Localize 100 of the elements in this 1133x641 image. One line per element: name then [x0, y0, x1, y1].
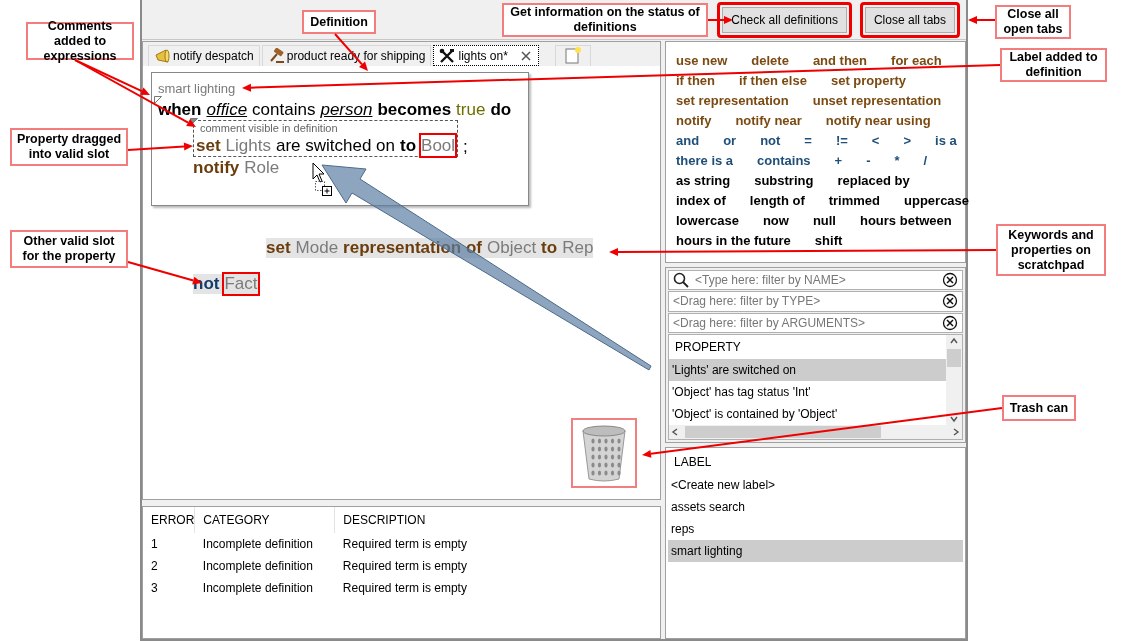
- keyword[interactable]: now: [762, 211, 789, 231]
- expression-text: are switched on: [275, 134, 396, 156]
- filter-field[interactable]: <Drag here: filter by TYPE>: [668, 291, 963, 312]
- clear-icon[interactable]: [942, 314, 958, 331]
- keyword[interactable]: use new: [676, 51, 728, 71]
- table-cell-text: Required term is empty: [341, 580, 468, 597]
- definition-label: smart lighting: [158, 80, 237, 98]
- column-header[interactable]: ERROR: [143, 507, 195, 533]
- keyword[interactable]: and then: [812, 51, 868, 71]
- keyword[interactable]: delete: [751, 51, 789, 71]
- label-item[interactable]: <Create new label>: [668, 474, 963, 496]
- variable: office: [206, 98, 248, 120]
- keyword[interactable]: substring: [754, 171, 814, 191]
- keyword[interactable]: is a: [935, 131, 957, 151]
- keyword[interactable]: lowercase: [676, 211, 739, 231]
- table-cell-text: Required term is empty: [341, 558, 468, 575]
- callout: Close all open tabs: [995, 5, 1071, 39]
- label-item[interactable]: assets search: [668, 496, 963, 518]
- callout-arrow: [127, 142, 193, 151]
- keyword[interactable]: *: [894, 151, 900, 171]
- keyword[interactable]: notify near using: [825, 111, 931, 131]
- keyword[interactable]: not: [760, 131, 781, 151]
- keyword[interactable]: there is a: [676, 151, 734, 171]
- keyword[interactable]: shift: [814, 231, 843, 251]
- keyword[interactable]: hours between: [860, 211, 952, 231]
- toolbar-button[interactable]: Check all definitions: [717, 1, 852, 38]
- keyword[interactable]: notify: [676, 111, 712, 131]
- property-item[interactable]: 'Object' is contained by 'Object': [669, 403, 946, 425]
- keyword[interactable]: if then: [676, 71, 715, 91]
- column-header[interactable]: DESCRIPTION: [334, 507, 535, 533]
- keyword[interactable]: as string: [676, 171, 731, 191]
- scrollbar-thumb[interactable]: [947, 349, 961, 367]
- variable: person: [320, 98, 373, 120]
- scrollbar[interactable]: [946, 335, 962, 425]
- callout-arrow: [968, 16, 996, 24]
- clear-icon[interactable]: [942, 272, 958, 289]
- close-icon[interactable]: [518, 48, 533, 63]
- table-cell: 1: [143, 533, 195, 555]
- keyword: to: [400, 134, 417, 156]
- label-item[interactable]: smart lighting: [668, 540, 963, 562]
- keyword[interactable]: set representation: [676, 91, 789, 111]
- clear-icon[interactable]: [942, 293, 958, 310]
- keyword[interactable]: hours in the future: [676, 231, 791, 251]
- callout: Keywords and properties on scratchpad: [996, 224, 1106, 276]
- keyword[interactable]: notify near: [735, 111, 802, 131]
- cursor-icon: [312, 162, 332, 196]
- keyword[interactable]: null: [812, 211, 836, 231]
- gavel-icon: [267, 48, 284, 64]
- scrollbar[interactable]: [669, 425, 962, 439]
- table-cell-text: Incomplete definition: [201, 580, 314, 597]
- property-item[interactable]: 'Lights' are switched on: [669, 359, 946, 381]
- callout: Other valid slot for the property: [10, 230, 128, 268]
- editor-tab[interactable]: notify despatch: [148, 45, 260, 66]
- keyword[interactable]: trimmed: [828, 191, 881, 211]
- keyword[interactable]: for each: [891, 51, 942, 71]
- filter-input[interactable]: <Type here: filter by NAME>: [695, 271, 936, 290]
- expression-text: ;: [463, 135, 468, 157]
- horn-icon: [154, 48, 170, 64]
- callout: Property dragged into valid slot: [10, 128, 128, 166]
- keyword[interactable]: /: [923, 151, 928, 171]
- column-header[interactable]: CATEGORY: [194, 507, 335, 533]
- editor-tab[interactable]: lights on*: [433, 45, 539, 66]
- filter-input[interactable]: <Drag here: filter by TYPE>: [673, 292, 936, 311]
- keyword[interactable]: unset representation: [812, 91, 942, 111]
- table-cell: Required term is empty: [334, 533, 535, 555]
- keyword[interactable]: if then else: [739, 71, 807, 91]
- filter-field[interactable]: <Type here: filter by NAME>: [668, 270, 963, 291]
- filter-input[interactable]: <Drag here: filter by ARGUMENTS>: [673, 313, 936, 332]
- callout: Get information on the status of definitions: [502, 3, 708, 37]
- filter-field[interactable]: <Drag here: filter by ARGUMENTS>: [668, 312, 963, 333]
- placeholder-slot[interactable]: Bool: [421, 134, 456, 156]
- scrollbar-thumb[interactable]: [685, 426, 881, 438]
- keyword[interactable]: replaced by: [837, 171, 910, 191]
- toolbar-button[interactable]: Close all tabs: [859, 1, 960, 38]
- comment-marker-icon[interactable]: [154, 95, 162, 104]
- keyword: notify: [193, 156, 240, 178]
- callout: Trash can: [1002, 395, 1076, 421]
- keyword[interactable]: >: [903, 131, 912, 151]
- keyword[interactable]: !=: [835, 131, 848, 151]
- keyword[interactable]: index of: [676, 191, 726, 211]
- keyword: do: [490, 98, 512, 120]
- placeholder-slot[interactable]: Lights: [225, 134, 271, 156]
- keyword: becomes: [377, 98, 452, 120]
- keyword[interactable]: =: [804, 131, 812, 151]
- keyword[interactable]: contains: [757, 151, 811, 171]
- keyword[interactable]: uppercase: [904, 191, 970, 211]
- keyword[interactable]: and: [676, 131, 700, 151]
- keyword[interactable]: -: [866, 151, 871, 171]
- property-item[interactable]: 'Object' has tag status 'Int': [669, 381, 946, 403]
- trash-can-icon[interactable]: [579, 423, 629, 483]
- placeholder-slot[interactable]: Role: [244, 156, 280, 178]
- keyword[interactable]: set property: [830, 71, 907, 91]
- keyword[interactable]: length of: [749, 191, 805, 211]
- keyword: set: [196, 134, 221, 156]
- keyword[interactable]: or: [723, 131, 737, 151]
- callout: Definition: [302, 10, 376, 34]
- label-item[interactable]: reps: [668, 518, 963, 540]
- keyword[interactable]: +: [834, 151, 843, 171]
- table-cell-text: Incomplete definition: [201, 558, 314, 575]
- keyword[interactable]: <: [871, 131, 880, 151]
